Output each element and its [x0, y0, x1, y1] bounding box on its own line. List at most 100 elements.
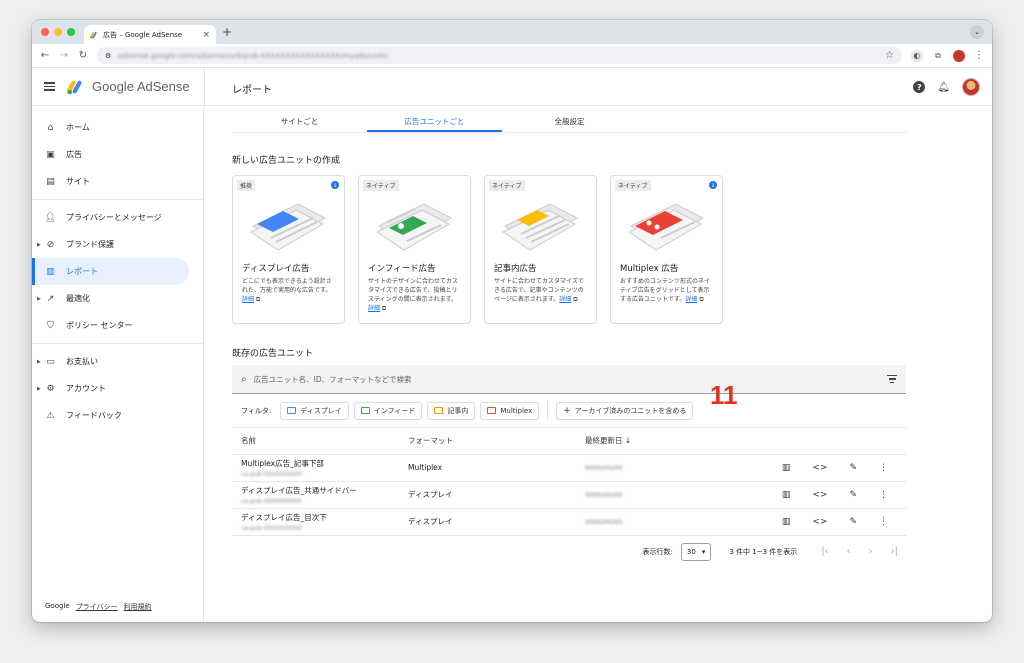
- tab-by-site[interactable]: サイトごと: [232, 106, 367, 132]
- rows-per-page-select[interactable]: 30 ▾: [680, 542, 712, 561]
- site-settings-icon[interactable]: ⚙: [105, 52, 111, 60]
- table-row[interactable]: ディスプレイ広告_目次下 ca-pub-0000000000 ディスプレイ 000…: [232, 508, 906, 536]
- rows-per-page-label: 表示行数:: [642, 547, 673, 556]
- feedback-icon: ⚠: [46, 410, 55, 421]
- learn-more-link[interactable]: 詳細: [685, 296, 697, 303]
- ad-unit-format: ディスプレイ: [408, 481, 585, 509]
- edit-pencil-icon[interactable]: ✎: [849, 517, 857, 527]
- maximize-window-button[interactable]: [67, 28, 75, 36]
- filter-chip-multiplex[interactable]: Multiplex: [480, 401, 540, 420]
- extension-icon[interactable]: ◐: [911, 49, 923, 62]
- ad-unit-name[interactable]: ディスプレイ広告_目次下: [241, 512, 408, 523]
- new-tab-button[interactable]: +: [222, 25, 232, 39]
- profile-avatar-icon[interactable]: [953, 49, 965, 62]
- search-input[interactable]: 広告ユニット名、ID、フォーマットなどで検索: [254, 374, 412, 385]
- edit-pencil-icon[interactable]: ✎: [849, 463, 857, 473]
- ad-unit-updated: 0000/00/00: [585, 464, 623, 472]
- sidebar-item-account[interactable]: ▶ ⚙ アカウント: [32, 375, 203, 402]
- display-format-icon: [287, 407, 297, 414]
- ad-unit-name[interactable]: ディスプレイ広告_共通サイドバー: [241, 485, 408, 496]
- card-title: ディスプレイ広告: [242, 264, 310, 274]
- learn-more-link[interactable]: 詳細: [368, 305, 380, 312]
- edit-pencil-icon[interactable]: ✎: [849, 490, 857, 500]
- learn-more-link[interactable]: 詳細: [242, 296, 254, 303]
- terms-link[interactable]: 利用規約: [124, 602, 152, 612]
- sidebar-divider: [32, 343, 203, 344]
- report-chart-icon[interactable]: ▥: [782, 463, 791, 473]
- code-icon[interactable]: <>: [812, 517, 827, 527]
- sidebar-item-sites[interactable]: ▤ サイト: [32, 168, 203, 195]
- more-options-icon[interactable]: ⋮: [879, 463, 888, 473]
- in-feed-ad-card[interactable]: ネイティブ インフィード広告 サイトのデザインに合わせてカスタマイズできる広告で…: [358, 175, 471, 324]
- learn-more-link[interactable]: 詳細: [559, 296, 571, 303]
- filter-chip-in-article[interactable]: 記事内: [427, 401, 476, 420]
- card-chip: ネイティブ: [615, 180, 651, 191]
- more-options-icon[interactable]: ⋮: [879, 490, 888, 500]
- filter-list-icon[interactable]: [887, 375, 897, 383]
- notification-bell-icon[interactable]: 🔔︎: [937, 82, 950, 93]
- browser-menu-icon[interactable]: ⋮: [974, 50, 984, 61]
- filter-chip-display[interactable]: ディスプレイ: [280, 401, 349, 420]
- first-page-icon[interactable]: |‹: [821, 546, 828, 557]
- report-chart-icon[interactable]: ▥: [782, 490, 791, 500]
- column-updated[interactable]: 最終更新日 ↓: [585, 428, 672, 455]
- browser-tab[interactable]: 広告 – Google AdSense ×: [84, 25, 216, 44]
- existing-section-title: 既存の広告ユニット: [232, 349, 314, 359]
- tab-general-settings[interactable]: 全般設定: [502, 106, 637, 132]
- minimize-window-button[interactable]: [54, 28, 62, 36]
- ad-unit-name[interactable]: Multiplex広告_記事下部: [241, 458, 408, 469]
- code-icon[interactable]: <>: [812, 490, 827, 500]
- sidebar-item-optimization[interactable]: ▶ ↗ 最適化: [32, 285, 203, 312]
- reload-icon[interactable]: ↻: [78, 50, 88, 61]
- adsense-app: Google AdSense レポート ? 🔔︎ ⌂ ホーム ▣ 広告 ▤ サイト 👤…: [32, 68, 992, 622]
- header-divider: [204, 68, 205, 105]
- filter-chip-in-feed[interactable]: インフィード: [353, 401, 423, 420]
- ad-unit-search[interactable]: ⌕ 広告ユニット名、ID、フォーマットなどで検索: [232, 365, 906, 394]
- app-header: Google AdSense レポート ? 🔔︎: [32, 68, 992, 106]
- puzzle-extensions-icon[interactable]: ⧉: [932, 50, 944, 62]
- sidebar-item-policy-center[interactable]: ⛉ ポリシー センター: [32, 312, 203, 339]
- ad-unit-id: ca-pub-0000000000: [241, 524, 302, 532]
- multiplex-format-icon: [487, 407, 497, 414]
- address-bar[interactable]: ⚙ adsense.google.com/adsense/u/0/pub-XXX…: [97, 47, 902, 64]
- tab-close-icon[interactable]: ×: [202, 30, 210, 40]
- back-icon[interactable]: ←: [40, 50, 50, 61]
- include-archived-chip[interactable]: + アーカイブ済みのユニットを含める: [556, 401, 694, 420]
- account-avatar[interactable]: [962, 78, 980, 96]
- sidebar-item-brand-safety[interactable]: ▶ ⊘ ブランド保護: [32, 231, 203, 258]
- sidebar-item-feedback[interactable]: ⚠ フィードバック: [32, 402, 203, 429]
- table-header-row: 名前 フォーマット 最終更新日 ↓: [232, 428, 906, 455]
- expand-arrow-icon: ▶: [37, 295, 41, 302]
- table-row[interactable]: Multiplex広告_記事下部 ca-pub-0000000000 Multip…: [232, 454, 906, 482]
- next-page-icon[interactable]: ›: [869, 546, 873, 557]
- bookmark-star-icon[interactable]: ☆: [885, 50, 894, 61]
- prev-page-icon[interactable]: ‹: [847, 546, 851, 557]
- sidebar-item-reports[interactable]: ▥ レポート: [32, 258, 189, 285]
- display-ad-card[interactable]: 推奨 ↓ ディスプレイ広告 どこにでも表示できるよう設計された、万能で実用的な広…: [232, 175, 345, 324]
- tab-search-icon[interactable]: ⌄: [970, 25, 984, 39]
- window-controls: [41, 28, 75, 36]
- in-article-ad-card[interactable]: ネイティブ 記事内広告 サイトに合わせてカスタマイズできる広告で、記事やコンテン…: [484, 175, 597, 324]
- column-name[interactable]: 名前: [232, 428, 408, 455]
- tab-by-ad-unit[interactable]: 広告ユニットごと: [367, 106, 502, 132]
- column-format[interactable]: フォーマット: [408, 428, 585, 455]
- help-icon[interactable]: ?: [913, 81, 926, 93]
- more-options-icon[interactable]: ⋮: [879, 517, 888, 527]
- sidebar-item-home[interactable]: ⌂ ホーム: [32, 114, 203, 141]
- forward-icon[interactable]: →: [59, 50, 69, 61]
- menu-icon[interactable]: [44, 82, 55, 91]
- sidebar-item-privacy[interactable]: 👤︎ プライバシーとメッセージ: [32, 204, 203, 231]
- report-chart-icon[interactable]: ▥: [782, 517, 791, 527]
- multiplex-ad-card[interactable]: ネイティブ ↓ Multiplex 広告 おすすめのコンテンツ形式のネイティブ広…: [610, 175, 723, 324]
- privacy-link[interactable]: プライバシー: [76, 602, 118, 612]
- close-window-button[interactable]: [41, 28, 49, 36]
- gear-icon: ⚙: [46, 383, 55, 394]
- sidebar-item-ads[interactable]: ▣ 広告: [32, 141, 203, 168]
- home-icon: ⌂: [47, 122, 54, 133]
- sidebar-item-payments[interactable]: ▶ ▭ お支払い: [32, 348, 203, 375]
- create-section-title: 新しい広告ユニットの作成: [232, 156, 341, 166]
- code-icon[interactable]: <>: [812, 463, 827, 473]
- last-page-icon[interactable]: ›|: [891, 546, 898, 557]
- sites-icon: ▤: [46, 176, 55, 187]
- table-row[interactable]: ディスプレイ広告_共通サイドバー ca-pub-0000000000 ディスプレイ…: [232, 481, 906, 509]
